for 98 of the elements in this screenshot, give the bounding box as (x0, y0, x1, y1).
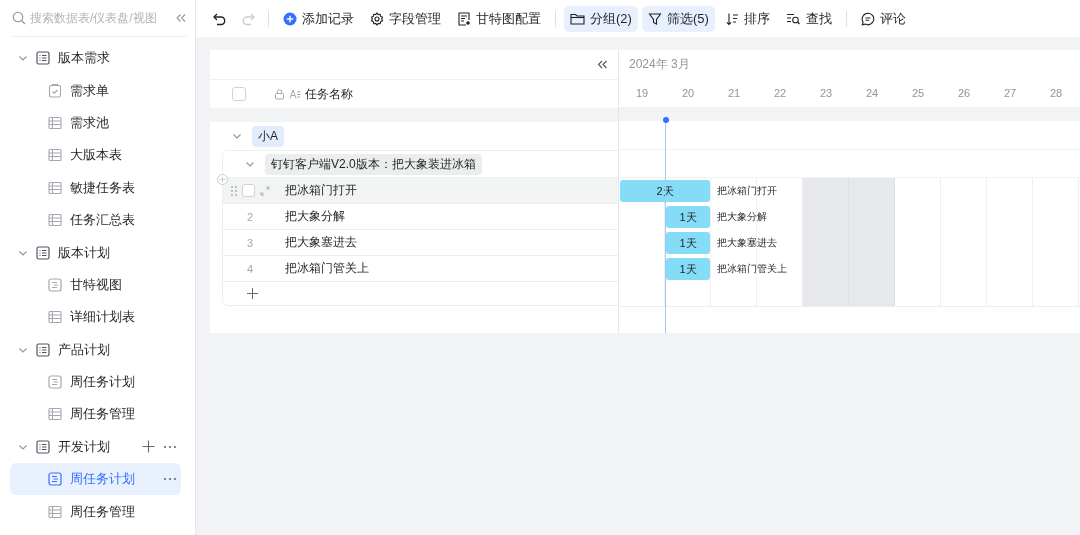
toolbar-button[interactable]: 字段管理 (364, 5, 447, 32)
toolbar-button[interactable]: 添加记录 (277, 5, 360, 32)
day-label: 20 (680, 87, 696, 99)
checkbox[interactable] (242, 184, 255, 197)
bar-label: 把冰箱门打开 (717, 184, 777, 198)
folder-label: 产品计划 (58, 340, 111, 359)
task-name: 把大象塞进去 (285, 234, 357, 251)
filter-icon (647, 11, 662, 26)
comment-icon (860, 11, 875, 26)
row-number: 4 (246, 262, 255, 275)
folder-label: 版本需求 (58, 49, 111, 68)
drag-handle-icon[interactable] (231, 185, 237, 196)
list-icon (36, 245, 50, 260)
sidebar-item[interactable]: 需求单 (10, 74, 181, 107)
folder-label: 版本计划 (58, 243, 111, 262)
sidebar-item[interactable]: 大版本表 (10, 139, 181, 172)
list-icon (36, 51, 50, 66)
task-name: 把大象分解 (285, 208, 345, 225)
task-row[interactable]: 3 把大象塞进去 (223, 230, 618, 256)
collapse-icon[interactable] (597, 60, 608, 69)
plus-icon[interactable] (142, 440, 155, 454)
gantt-bar[interactable]: 1天 (666, 206, 710, 228)
table-icon (48, 310, 62, 325)
toolbar-button[interactable]: 评论 (854, 5, 912, 32)
row-number: 2 (246, 210, 255, 223)
plus-icon (283, 11, 297, 26)
today-marker[interactable] (662, 117, 669, 123)
list-icon (36, 439, 50, 454)
more-icon[interactable] (163, 477, 177, 482)
gantt-icon (48, 472, 62, 487)
sidebar-item[interactable]: 周任务管理 (10, 495, 181, 528)
toolbar-button[interactable]: 分组(2) (564, 5, 638, 32)
task-row[interactable]: 把冰箱门打开 (223, 178, 618, 204)
sidebar-item[interactable]: 敏捷任务表 (10, 171, 181, 204)
sidebar-folder[interactable]: 版本计划 (10, 236, 181, 269)
table-icon (48, 407, 62, 422)
table-icon (48, 115, 62, 130)
day-label: 23 (818, 87, 834, 99)
search-icon (12, 11, 26, 25)
column-header: 任务名称 (305, 85, 353, 103)
bar-label: 把大象塞进去 (717, 236, 777, 250)
month-label: 2024年 3月 (629, 56, 690, 73)
sidebar-item[interactable]: 任务汇总表 (10, 203, 181, 237)
chevron-icon[interactable] (232, 131, 242, 141)
table-icon (48, 180, 62, 195)
lock-icon (274, 88, 285, 100)
toolbar-button[interactable]: 排序 (718, 5, 776, 32)
day-label: 24 (864, 87, 880, 99)
table-icon (48, 504, 62, 519)
expand-icon[interactable] (260, 185, 270, 196)
day-label: 21 (726, 87, 742, 99)
gantt-bar[interactable]: 1天 (666, 232, 710, 254)
more-icon[interactable] (163, 444, 177, 449)
sidebar-item[interactable]: 周任务管理 (10, 398, 181, 431)
group-tag: 小A (252, 125, 284, 147)
gantt-icon (48, 375, 62, 390)
sidebar-item[interactable]: 需求池 (10, 106, 181, 140)
toolbar-button[interactable]: 甘特图配置 (451, 5, 547, 32)
clipboard-icon (48, 83, 62, 98)
sidebar-folder[interactable]: 产品计划 (10, 333, 181, 366)
day-label: 27 (1002, 87, 1018, 99)
day-label: 28 (1048, 87, 1064, 99)
settings-icon (370, 11, 384, 26)
day-label: 19 (634, 87, 650, 99)
day-label: 26 (956, 87, 972, 99)
add-circle-icon[interactable] (217, 174, 228, 185)
sidebar-folder[interactable]: 开发计划 (10, 430, 181, 464)
gantt-icon (48, 277, 62, 292)
sidebar-item[interactable]: 周任务计划 (10, 463, 181, 496)
table-icon (48, 213, 62, 228)
task-name: 把冰箱门打开 (285, 182, 357, 199)
search-icon (785, 11, 801, 26)
table-icon (48, 148, 62, 163)
task-name: 把冰箱门管关上 (285, 260, 369, 277)
sidebar-folder[interactable]: 版本需求 (10, 42, 181, 75)
gantt-bar[interactable]: 1天 (666, 258, 710, 280)
bar-label: 把大象分解 (717, 210, 767, 224)
plus-icon[interactable] (247, 288, 258, 299)
toolbar-button[interactable]: 查找 (779, 5, 838, 32)
day-label: 22 (772, 87, 788, 99)
checkbox[interactable] (232, 87, 246, 101)
text-field-icon (289, 89, 301, 99)
task-row[interactable]: 2 把大象分解 (223, 204, 618, 230)
task-row[interactable]: 4 把冰箱门管关上 (223, 256, 618, 282)
sort-icon (724, 11, 739, 26)
chevron-icon[interactable] (245, 159, 255, 169)
sidebar-item[interactable]: 详细计划表 (10, 301, 181, 334)
day-label: 25 (910, 87, 926, 99)
list-icon (36, 342, 50, 357)
sidebar-item[interactable]: 周任务计划 (10, 365, 181, 399)
toolbar-button[interactable]: 筛选(5) (641, 5, 715, 32)
bar-label: 把冰箱门管关上 (717, 262, 787, 276)
row-number: 3 (246, 236, 255, 249)
group-tag: 钉钉客户端V2.0版本：把大象装进冰箱 (265, 153, 482, 175)
folder-label: 开发计划 (58, 437, 111, 456)
sidebar-item[interactable]: 甘特视图 (10, 268, 181, 302)
folder-icon (570, 11, 585, 26)
document-icon (457, 11, 471, 26)
